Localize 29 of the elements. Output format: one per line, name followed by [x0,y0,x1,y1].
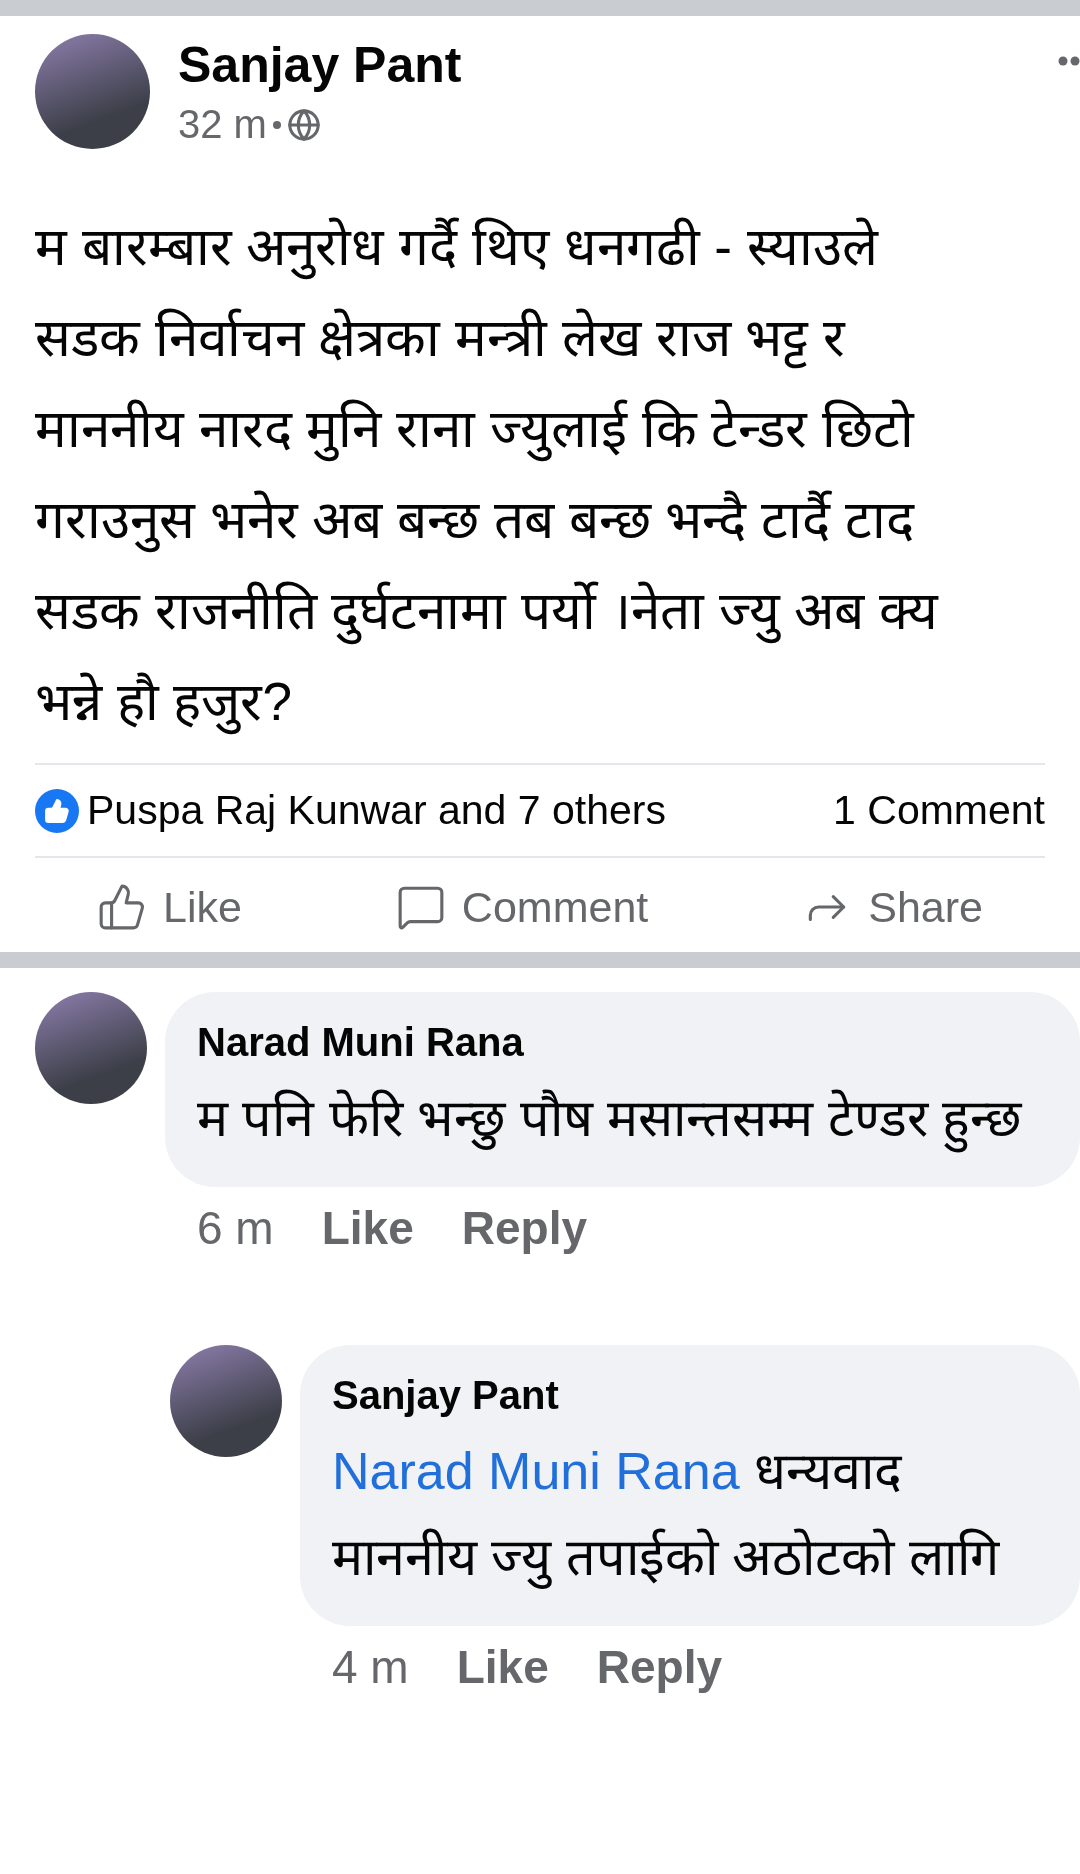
separator-dot-icon [272,120,281,129]
comment-text: Narad Muni Rana धन्यवाद माननीय ज्यु तपाईको अठोटको लागि [332,1428,1040,1600]
like-reaction-icon [35,788,79,833]
comment-author[interactable]: Sanjay Pant [332,1373,1040,1418]
post-text-line: म बारम्बार अनुरोध गर्दै थिए धनगढी - स्याउले [35,201,1080,292]
comment-button[interactable]: Comment [395,882,649,932]
share-button[interactable]: Share [802,882,983,932]
globe-icon [286,107,321,142]
reply-link[interactable]: Reply [461,1201,587,1255]
like-button[interactable]: Like [97,882,242,932]
comment-time: 6 m [197,1201,274,1255]
reactions-text[interactable]: Puspa Raj Kunwar and 7 others [87,787,666,834]
comment-author[interactable]: Narad Muni Rana [197,1020,1040,1065]
post-text-line: सडक निर्वाचन क्षेत्रका मन्त्री लेख राज भट्ट र [35,307,847,371]
comment-count[interactable]: 1 Comment [833,787,1045,834]
reply-link[interactable]: Reply [596,1640,722,1694]
post-time: 32 m [178,102,267,147]
mention-link[interactable]: Narad Muni Rana [332,1442,740,1500]
like-link[interactable]: Like [456,1640,549,1694]
more-icon[interactable] [1058,56,1080,66]
like-link[interactable]: Like [321,1201,414,1255]
post-text-line: माननीय नारद मुनि राना ज्युलाई कि टेन्डर छिटो [35,383,1080,474]
comment-text: म पनि फेरि भन्छु पौष मसान्तसम्म टेण्डर हुन्छ [197,1075,1040,1161]
comment-time: 4 m [332,1640,409,1694]
author-name[interactable]: Sanjay Pant [178,36,462,94]
post-text-line: सडक राजनीति दुर्घटनामा पर्यो ।नेता ज्यु अब क्य [35,565,1080,656]
like-icon [97,882,147,932]
post-text-line: भन्ने हौ हजुर? [35,656,1080,747]
post-text-line: गराउनुस भनेर अब बन्छ तब बन्छ भन्दै टार्दै टाद [35,474,1080,565]
